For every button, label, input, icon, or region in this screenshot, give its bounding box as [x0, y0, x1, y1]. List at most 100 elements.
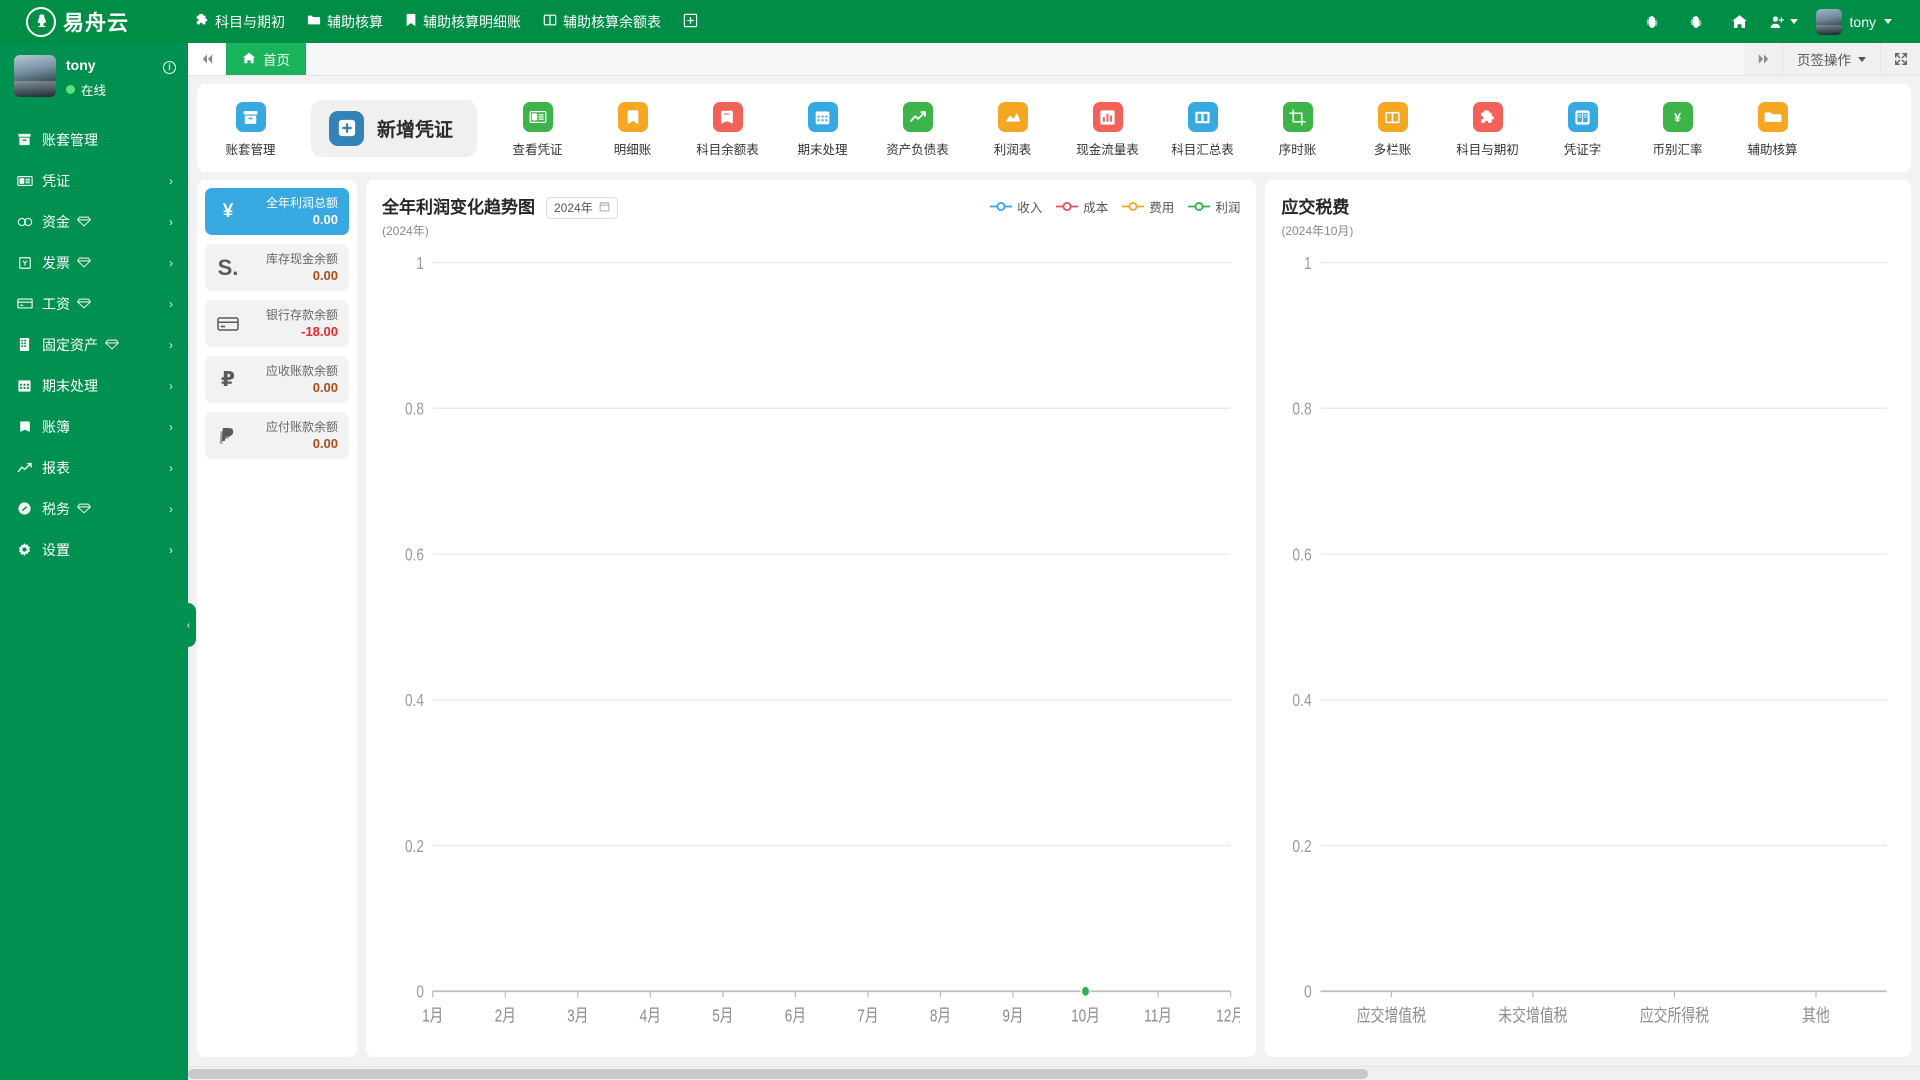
scrollbar-thumb[interactable] — [188, 1069, 1368, 1079]
topnav-add-button[interactable] — [672, 7, 709, 37]
vip-diamond-icon-5 — [77, 503, 91, 514]
svg-text:其他: 其他 — [1802, 1006, 1830, 1026]
svg-text:¥: ¥ — [1674, 110, 1682, 125]
stat-card-cash-balance[interactable]: S. 库存现金余额 0.00 — [205, 244, 349, 291]
svg-text:8月: 8月 — [930, 1007, 951, 1026]
sidebar-status-label: 在线 — [81, 84, 107, 98]
bug-icon-2[interactable] — [1674, 0, 1718, 43]
shortcut-period-end[interactable]: 期末处理 — [775, 98, 870, 158]
avatar — [14, 55, 56, 97]
stat-name-3: 应收账款余额 — [265, 363, 338, 378]
sidebar-item-account-sets[interactable]: 账套管理 — [0, 119, 188, 160]
archive-icon — [235, 102, 266, 132]
user-menu[interactable]: tony — [1806, 0, 1898, 43]
chevron-right-icon-1: › — [169, 173, 173, 188]
stat-card-bank-balance[interactable]: 银行存款余额 -18.00 — [205, 300, 349, 347]
sidebar-label-2: 资金 — [42, 213, 70, 230]
shortcut-primary-label: 新增凭证 — [377, 119, 454, 141]
stat-value-1: 0.00 — [312, 267, 338, 283]
year-selector[interactable]: 2024年 — [546, 196, 618, 219]
tax-chart-subtitle: (2024年10月) — [1281, 224, 1354, 238]
tab-scroll-left-button[interactable] — [188, 43, 226, 75]
coins-icon — [16, 215, 33, 229]
topnav-item-2[interactable]: 辅助核算明细账 — [394, 6, 532, 38]
shortcut-label-11: 科目与期初 — [1456, 143, 1519, 157]
bookmark-icon — [405, 13, 417, 30]
shortcut-new-voucher[interactable]: 新增凭证 — [311, 99, 478, 157]
sidebar-item-settings[interactable]: 设置 › — [0, 529, 188, 570]
sidebar-label-3: 发票 — [42, 254, 70, 271]
shortcut-label-10: 多栏账 — [1373, 143, 1412, 157]
sidebar-item-period-end[interactable]: 期末处理 › — [0, 365, 188, 406]
tab-scroll-right-button[interactable] — [1744, 43, 1782, 75]
profit-trend-plot[interactable]: 0 0.2 0.4 0.6 0.8 1 1月 2月 3月 4月 5月 6月 7月 8月 9月 10月 11月 12… — [382, 245, 1240, 1049]
info-icon[interactable]: i — [163, 61, 176, 74]
shortcut-income-statement[interactable]: 利润表 — [965, 98, 1060, 158]
svg-text:3月: 3月 — [567, 1007, 588, 1026]
legend-item-expense[interactable]: 费用 — [1122, 197, 1174, 216]
columns-icon — [1377, 102, 1408, 132]
sidebar-user[interactable]: tony 在线 i — [0, 43, 188, 113]
legend-label-cost: 成本 — [1083, 201, 1109, 215]
svg-text:0.8: 0.8 — [405, 400, 424, 419]
chevron-right-icon-7: › — [169, 419, 173, 434]
tab-scroll-region: 首页 — [226, 43, 1744, 75]
sidebar-item-invoice[interactable]: 发票 › — [0, 242, 188, 283]
shortcut-currency-rate[interactable]: ¥ 币别汇率 — [1630, 98, 1725, 158]
shortcut-cash-flow[interactable]: 现金流量表 — [1060, 98, 1155, 158]
calendar-icon — [599, 201, 610, 215]
sidebar-item-tax[interactable]: 税务 › — [0, 488, 188, 529]
shortcut-label-9: 序时账 — [1278, 143, 1317, 157]
shortcut-auxiliary-accounting[interactable]: 辅助核算 — [1725, 98, 1820, 158]
legend-item-profit[interactable]: 利润 — [1188, 197, 1240, 216]
chevron-down-icon-2 — [1884, 19, 1892, 24]
shortcut-chronological-ledger[interactable]: 序时账 — [1250, 98, 1345, 158]
sidebar-item-funds[interactable]: 资金 › — [0, 201, 188, 242]
user-plus-icon[interactable] — [1762, 0, 1806, 43]
horizontal-scrollbar[interactable] — [188, 1066, 1920, 1080]
vip-diamond-icon-1 — [77, 216, 91, 227]
fullscreen-button[interactable] — [1880, 43, 1920, 75]
shortcut-multi-column-ledger[interactable]: 多栏账 — [1345, 98, 1440, 158]
legend-marker-profit — [1188, 201, 1211, 212]
sidebar-label-0: 账套管理 — [42, 131, 98, 148]
brand[interactable]: 易舟云 — [0, 6, 168, 37]
tab-operations-menu[interactable]: 页签操作 — [1782, 43, 1880, 75]
stat-card-payable[interactable]: 应付账款余额 0.00 — [205, 412, 349, 459]
legend-item-cost[interactable]: 成本 — [1056, 197, 1108, 216]
topnav-item-3[interactable]: 辅助核算余额表 — [532, 6, 672, 38]
svg-text:1: 1 — [416, 254, 424, 273]
tax-payable-plot[interactable]: 0 0.2 0.4 0.6 0.8 1 应交增值税 未交增值税 应交所得税 其他 — [1281, 245, 1895, 1049]
svg-text:0: 0 — [416, 983, 424, 1002]
sidebar-item-ledger[interactable]: 账簿 › — [0, 406, 188, 447]
tab-home[interactable]: 首页 — [226, 43, 306, 75]
chevron-right-icon-4: › — [169, 296, 173, 311]
sidebar-item-fixed-assets[interactable]: 固定资产 › — [0, 324, 188, 365]
sidebar-item-payroll[interactable]: 工资 › — [0, 283, 188, 324]
sidebar-user-name: tony — [66, 57, 96, 73]
bug-icon-1[interactable] — [1630, 0, 1674, 43]
shortcut-view-voucher[interactable]: 查看凭证 — [490, 98, 585, 158]
shortcut-voucher-word[interactable]: 凭证字 — [1535, 98, 1630, 158]
sidebar-collapse-handle[interactable]: ‹ — [181, 603, 196, 647]
home-icon[interactable] — [1718, 0, 1762, 43]
topnav-item-1[interactable]: 辅助核算 — [296, 6, 394, 38]
shortcut-account-sets[interactable]: 账套管理 — [203, 98, 298, 158]
svg-text:0: 0 — [1304, 983, 1312, 1002]
legend-item-revenue[interactable]: 收入 — [990, 197, 1042, 216]
shortcut-trial-balance[interactable]: 科目余额表 — [680, 98, 775, 158]
tax-payable-svg: 0 0.2 0.4 0.6 0.8 1 应交增值税 未交增值税 应交所得税 其他 — [1293, 254, 1888, 1026]
yuan-sign-icon: ¥ — [222, 200, 234, 222]
shortcut-subject-opening[interactable]: 科目与期初 — [1440, 98, 1535, 158]
stat-text-1: 库存现金余额 0.00 — [266, 252, 338, 284]
sidebar-item-voucher[interactable]: 凭证 › — [0, 160, 188, 201]
shortcut-subject-summary[interactable]: 科目汇总表 — [1155, 98, 1250, 158]
shortcut-detail-ledger[interactable]: 明细账 — [585, 98, 680, 158]
shortcut-balance-sheet[interactable]: 资产负债表 — [870, 98, 965, 158]
shortcut-label-7: 现金流量表 — [1076, 143, 1139, 157]
topnav-item-0[interactable]: 科目与期初 — [184, 6, 296, 38]
profit-trend-chart-panel: 全年利润变化趋势图 2024年 (2024年) 收入 成本 费用 利润 0 0.… — [366, 180, 1257, 1057]
sidebar-item-reports[interactable]: 报表 › — [0, 447, 188, 488]
stat-card-receivable[interactable]: ₽ 应收账款余额 0.00 — [205, 356, 349, 403]
stat-card-annual-profit[interactable]: ¥ 全年利润总额 0.00 — [205, 188, 349, 235]
